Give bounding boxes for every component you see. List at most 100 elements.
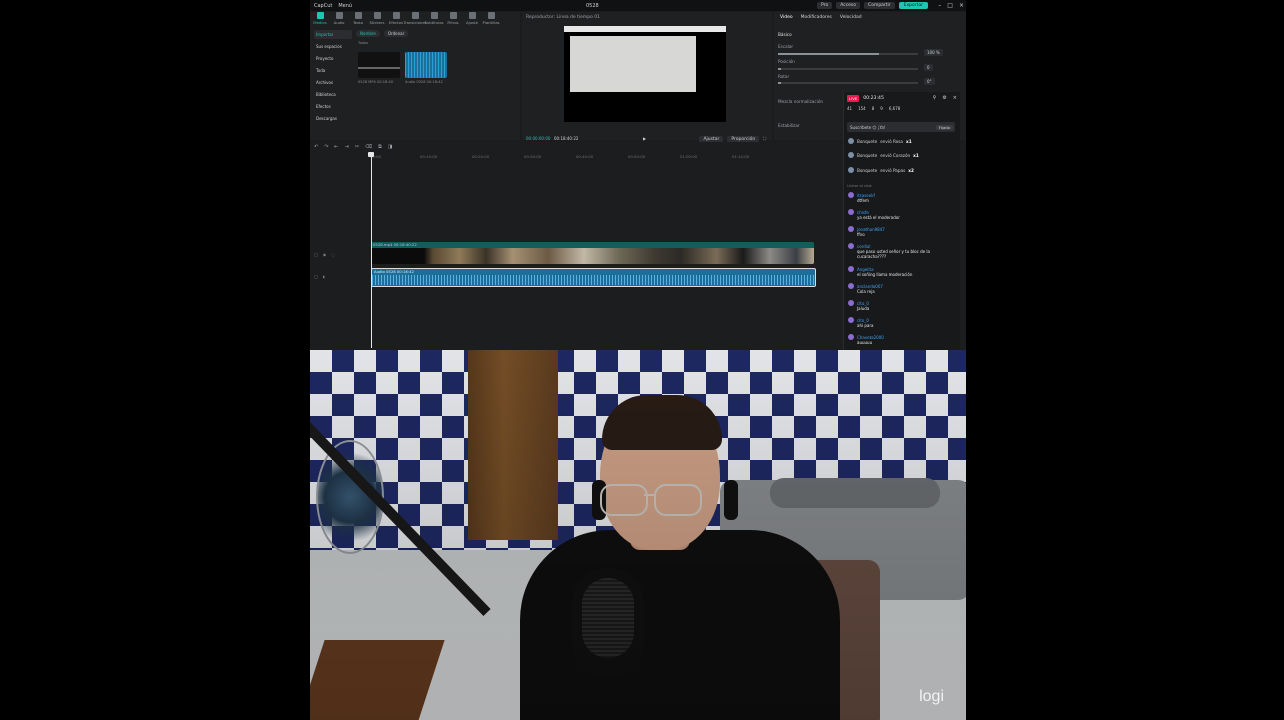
- video-clip[interactable]: 0528.mp4 00:18:40:22: [371, 242, 814, 264]
- avatar: [848, 152, 854, 158]
- chat-message: chisfe ya está el moderador: [848, 209, 956, 220]
- play-icon[interactable]: ▶: [643, 136, 646, 141]
- gift-text: envió Corazón: [880, 152, 911, 158]
- share-button[interactable]: Compartir: [864, 2, 895, 9]
- sidebar-item-project[interactable]: Proyecto: [314, 54, 352, 63]
- chat-username[interactable]: Angelita: [857, 267, 874, 272]
- gift-text: envió Rosa: [880, 138, 903, 144]
- sidebar-item-spaces[interactable]: Sus espacios: [314, 42, 352, 51]
- chat-text: auuuuu: [857, 340, 873, 345]
- access-button[interactable]: Acceso: [836, 2, 861, 9]
- pinned-button[interactable]: Fijado: [935, 124, 953, 130]
- pinned-message[interactable]: Suscríbete 😊 ¡Ya! Fijado: [847, 122, 955, 132]
- timeline-ruler[interactable]: 00:00 00:10:00 00:20:00 00:30:00 00:40:0…: [370, 154, 840, 160]
- chat-message: cordial que paso usted señor y tu bloc d…: [848, 243, 956, 259]
- gift-user: Bonquete: [857, 152, 878, 158]
- tool-templates[interactable]: Plantillas: [482, 12, 500, 25]
- avatar: [848, 243, 854, 249]
- playhead[interactable]: [368, 152, 374, 348]
- chat-username[interactable]: cito_0: [857, 301, 869, 306]
- live-elapsed: 00:23:45: [863, 95, 884, 101]
- mute-icon[interactable]: ◌: [331, 252, 335, 257]
- scale-value[interactable]: 100 %: [924, 49, 943, 56]
- filter-name[interactable]: Nombre: [356, 30, 380, 37]
- clip-label: Audio 0528 00:18:42: [374, 269, 414, 274]
- app-logo[interactable]: CapCut: [314, 3, 332, 9]
- option-normalize[interactable]: Mezcla normalización: [778, 99, 823, 104]
- close-icon[interactable]: ×: [953, 95, 957, 101]
- tool-text[interactable]: Texto: [350, 12, 366, 25]
- pin-icon[interactable]: ⚲: [933, 95, 937, 101]
- avatar: [848, 283, 854, 289]
- preview-screen[interactable]: [564, 26, 726, 122]
- rotate-value[interactable]: 0°: [924, 78, 935, 85]
- tool-media[interactable]: Medios: [312, 12, 328, 25]
- sidebar-item-all[interactable]: Toda: [314, 66, 352, 75]
- avatar: [848, 317, 854, 323]
- chat-username[interactable]: anclanda007: [857, 284, 883, 289]
- rotate-slider[interactable]: [778, 82, 918, 84]
- ruler-tick: 00:50:00: [628, 154, 646, 159]
- chat-username[interactable]: jonathan9847: [857, 227, 885, 232]
- sidebar-item-effects[interactable]: Efectos: [314, 102, 352, 111]
- sidebar-item-import[interactable]: Importar: [314, 30, 352, 39]
- scale-slider[interactable]: [778, 53, 918, 55]
- filter-icon: [449, 12, 457, 19]
- eye-icon[interactable]: ◉: [323, 252, 327, 257]
- maximize-icon[interactable]: □: [947, 2, 953, 9]
- tab-modifiers[interactable]: Modificadores: [801, 15, 832, 20]
- sidebar-item-files[interactable]: Archivos: [314, 78, 352, 87]
- delete-icon[interactable]: ⌫: [365, 144, 372, 150]
- minimize-icon[interactable]: –: [938, 2, 941, 9]
- duplicate-icon[interactable]: ⧉: [378, 144, 382, 150]
- live-chat-overlay: LIVE 00:23:45 ⚲ ⚙ × 41 154 8 9 6,678 Sus…: [843, 92, 960, 350]
- media-thumbnail-audio[interactable]: [405, 52, 447, 78]
- tool-stickers[interactable]: Stickers: [369, 12, 385, 25]
- audio-clip[interactable]: Audio 0528 00:18:42: [371, 268, 816, 287]
- tool-audio[interactable]: Audio: [331, 12, 347, 25]
- chat-username[interactable]: cordial: [857, 244, 870, 249]
- export-button[interactable]: Exportar: [898, 2, 928, 9]
- chat-username[interactable]: cito_0: [857, 318, 869, 323]
- pro-button[interactable]: Pro: [817, 2, 833, 9]
- settings-icon[interactable]: ⚙: [942, 95, 946, 101]
- close-icon[interactable]: ×: [959, 2, 964, 9]
- tool-adjust[interactable]: Ajuste: [464, 12, 480, 25]
- lock-icon[interactable]: ▢: [314, 274, 318, 279]
- undo-icon[interactable]: ↶: [314, 144, 318, 150]
- trim-start-icon[interactable]: ⇤: [334, 144, 338, 150]
- chat-username[interactable]: Chaveta2000: [857, 335, 884, 340]
- chat-username[interactable]: chisfe: [857, 210, 869, 215]
- pinned-text: Suscríbete 😊 ¡Ya!: [850, 124, 886, 130]
- split-icon[interactable]: ✂: [355, 144, 359, 150]
- tab-speed[interactable]: Velocidad: [840, 15, 862, 20]
- position-value[interactable]: 0: [924, 64, 933, 71]
- gift-amount: x1: [913, 152, 919, 158]
- lock-icon[interactable]: ▢: [314, 252, 318, 257]
- tool-captions[interactable]: Subtítulos: [424, 12, 444, 25]
- chat-join-label: Unirse al chat: [847, 184, 872, 188]
- tool-transitions[interactable]: Transiciones: [403, 12, 427, 25]
- crop-icon[interactable]: ◨: [388, 144, 393, 150]
- sidebar-item-downloads[interactable]: Descargas: [314, 114, 352, 123]
- avatar: [848, 209, 854, 215]
- tool-filters[interactable]: Filtros: [445, 12, 461, 25]
- toolbar: Medios Audio Texto Stickers Efectos Tran…: [312, 12, 500, 25]
- preview-content: [570, 36, 696, 92]
- filter-sort[interactable]: Ordenar: [383, 30, 409, 37]
- clip-label: 0528.mp4 00:18:40:22: [373, 242, 417, 247]
- chat-username[interactable]: itsaseokf: [857, 193, 875, 198]
- section-basic[interactable]: Básico: [778, 32, 792, 37]
- gift-user: Bonquete: [857, 167, 878, 173]
- media-thumbnail-video[interactable]: [358, 52, 400, 78]
- tab-video[interactable]: Video: [780, 15, 793, 20]
- speaker-icon[interactable]: ◖: [323, 274, 325, 279]
- option-stabilize[interactable]: Estabilizar: [778, 123, 800, 128]
- avatar: [848, 226, 854, 232]
- sidebar-item-library[interactable]: Biblioteca: [314, 90, 352, 99]
- menu-button[interactable]: Menú: [338, 3, 352, 9]
- position-slider[interactable]: [778, 68, 918, 70]
- redo-icon[interactable]: ↷: [324, 144, 328, 150]
- tool-effects[interactable]: Efectos: [388, 12, 404, 25]
- trim-end-icon[interactable]: ⇥: [345, 144, 349, 150]
